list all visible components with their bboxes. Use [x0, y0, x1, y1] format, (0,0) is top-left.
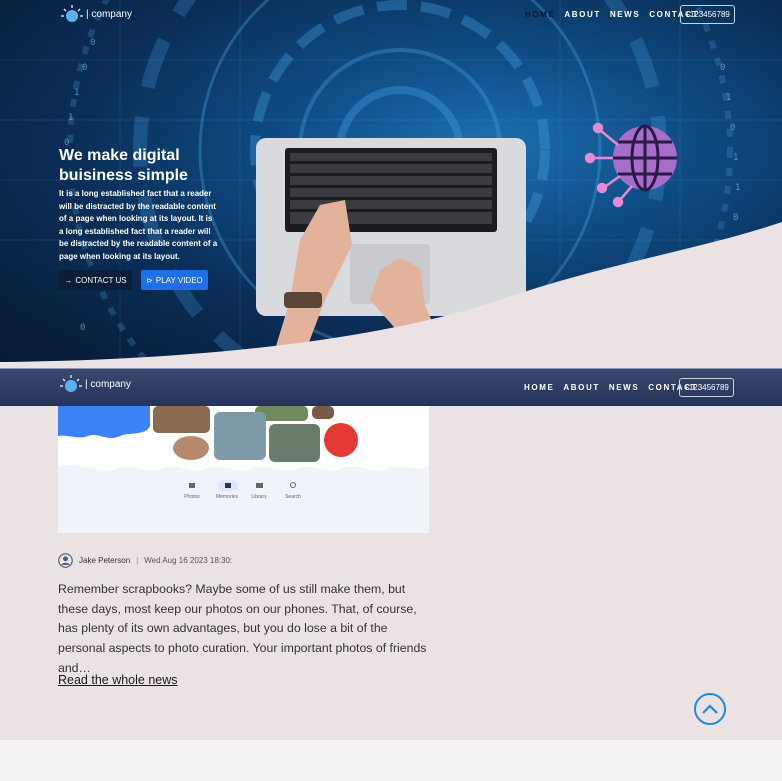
contact-us-label: CONTACT US [75, 275, 127, 285]
play-circle-icon: ⊳ [146, 275, 153, 285]
footer [0, 740, 782, 781]
arrow-right-icon: → [64, 275, 73, 285]
article-thumbnail[interactable]: Photos Memories Library Search [58, 406, 429, 533]
brand-name: | company [86, 8, 132, 20]
nav-link-news[interactable]: NEWS [610, 10, 640, 19]
play-video-button[interactable]: ⊳ PLAY VIDEO [141, 270, 208, 290]
hero-text: It is a long established fact that a rea… [59, 189, 218, 261]
thumbnail-tab: Search [285, 494, 301, 500]
company-logo-icon [61, 5, 83, 22]
sticky-main-nav: HOME ABOUT NEWS CONTACT [524, 383, 698, 392]
scroll-to-top-button[interactable] [694, 693, 726, 725]
user-avatar-icon [58, 553, 73, 568]
thumbnail-tab: Photos [184, 494, 200, 500]
nav-link-home[interactable]: HOME [525, 10, 555, 19]
thumbnail-image [58, 406, 429, 533]
phone-button[interactable]: +123456789 [679, 378, 734, 397]
nav-link-home[interactable]: HOME [524, 383, 554, 392]
top-navbar: | company HOME ABOUT NEWS CONTACT +12345… [0, 0, 782, 30]
read-more-link[interactable]: Read the whole news [58, 673, 178, 687]
sticky-brand-logo[interactable]: | company [59, 373, 131, 395]
thumbnail-tab: Memories [216, 494, 238, 500]
post-date: Wed Aug 16 2023 18:30: [144, 556, 233, 565]
thumbnail-tab: Library [251, 494, 267, 500]
author-name: Jake Peterson [79, 556, 131, 565]
article-meta: Jake Peterson | Wed Aug 16 2023 18:30: [58, 553, 232, 568]
chevron-up-icon [702, 704, 718, 714]
nav-link-about[interactable]: ABOUT [563, 383, 599, 392]
brand-name: | company [85, 378, 131, 390]
phone-button[interactable]: +123456789 [680, 5, 735, 24]
page: 001 100 010 110 | company HOME ABOUT NEW… [0, 0, 782, 781]
play-video-label: PLAY VIDEO [155, 275, 203, 285]
hero-title: We make digital buisiness simple [59, 147, 188, 184]
contact-us-button[interactable]: → CONTACT US [59, 270, 132, 290]
nav-link-about[interactable]: ABOUT [564, 10, 600, 19]
article-excerpt: Remember scrapbooks? Maybe some of us st… [58, 582, 427, 675]
nav-link-news[interactable]: NEWS [609, 383, 639, 392]
brand-logo[interactable]: | company [60, 3, 132, 25]
company-logo-icon [60, 375, 82, 392]
hero-section: 001 100 010 110 | company HOME ABOUT NEW… [0, 0, 782, 366]
main-nav: HOME ABOUT NEWS CONTACT [525, 10, 699, 19]
meta-separator: | [136, 556, 139, 565]
sticky-navbar: | company HOME ABOUT NEWS CONTACT +12345… [0, 368, 782, 406]
